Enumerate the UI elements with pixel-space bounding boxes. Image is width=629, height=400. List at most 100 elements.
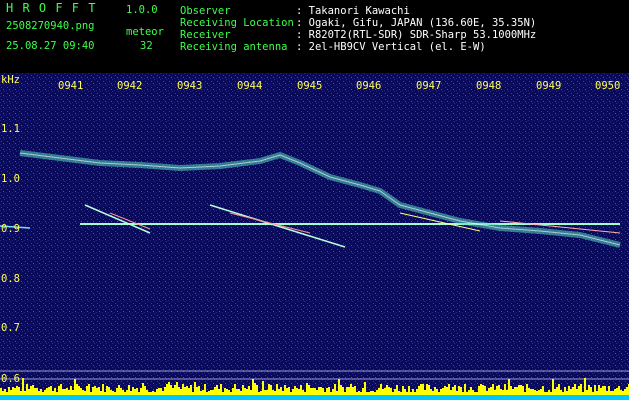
noise-bar	[560, 390, 562, 395]
info-label-location: Receiving Location	[180, 17, 294, 29]
noise-bar	[412, 389, 414, 395]
noise-bar	[498, 385, 500, 395]
noise-bar	[262, 381, 264, 395]
noise-bar	[84, 391, 86, 395]
noise-bar	[100, 391, 102, 395]
noise-bar	[204, 384, 206, 395]
noise-bar	[524, 392, 526, 395]
noise-bar	[296, 388, 298, 395]
noise-bar	[156, 389, 158, 395]
noise-bar	[440, 389, 442, 395]
noise-bar	[124, 392, 126, 395]
noise-bar	[550, 392, 552, 395]
info-value-observer: : Takanori Kawachi	[296, 5, 410, 17]
x-tick: 0946	[356, 80, 382, 92]
noise-bar	[342, 387, 344, 395]
noise-bar	[434, 387, 436, 395]
noise-bar	[158, 388, 160, 395]
noise-bar	[196, 387, 198, 395]
noise-bar	[438, 392, 440, 395]
noise-bar	[338, 379, 340, 395]
noise-bar	[126, 390, 128, 395]
noise-bar	[336, 391, 338, 395]
noise-bar	[514, 387, 516, 395]
noise-bar	[218, 389, 220, 395]
noise-bar	[258, 392, 260, 395]
noise-bar	[32, 385, 34, 395]
noise-bar	[78, 386, 80, 395]
noise-bar	[14, 388, 16, 395]
noise-bar	[46, 388, 48, 395]
noise-bar	[462, 392, 464, 395]
noise-bar	[586, 390, 588, 395]
noise-bar	[324, 392, 326, 395]
noise-bar	[474, 392, 476, 395]
file-name: 2508270940.png	[6, 20, 95, 32]
noise-bar	[284, 385, 286, 395]
noise-bar	[432, 391, 434, 395]
noise-bar	[120, 388, 122, 395]
noise-bar	[122, 390, 124, 395]
noise-bar	[314, 388, 316, 395]
bottom-strip	[0, 395, 629, 400]
noise-bar	[554, 389, 556, 395]
noise-bar	[402, 386, 404, 395]
info-value-receiver: : R820T2(RTL-SDR) SDR-Sharp 53.1000MHz	[296, 29, 537, 41]
noise-bar	[246, 389, 248, 395]
noise-bar	[82, 390, 84, 395]
noise-bar	[102, 384, 104, 395]
noise-bar	[106, 386, 108, 395]
noise-bar	[154, 392, 156, 395]
noise-bar	[366, 392, 368, 395]
noise-bar	[448, 384, 450, 395]
noise-bar	[622, 391, 624, 395]
noise-bar	[228, 390, 230, 395]
noise-bar	[208, 391, 210, 395]
noise-bar	[170, 385, 172, 395]
noise-bar	[416, 389, 418, 395]
noise-bar	[182, 384, 184, 395]
noise-bar	[272, 390, 274, 395]
noise-bar	[184, 387, 186, 395]
noise-bar	[532, 389, 534, 395]
noise-bar	[74, 379, 76, 395]
noise-bar	[44, 390, 46, 395]
noise-bar	[54, 388, 56, 395]
info-label-observer: Observer	[180, 5, 231, 17]
noise-bar	[244, 388, 246, 395]
noise-bar	[34, 388, 36, 395]
noise-bar	[562, 392, 564, 395]
noise-bar	[112, 391, 114, 395]
noise-bar	[588, 385, 590, 395]
noise-bar	[292, 389, 294, 395]
noise-bar	[540, 389, 542, 395]
noise-bar	[58, 386, 60, 395]
y-tick: 1.1	[1, 123, 20, 135]
noise-bar	[288, 387, 290, 395]
noise-bar	[564, 387, 566, 395]
noise-bar	[516, 387, 518, 395]
noise-bar	[502, 390, 504, 395]
noise-bar	[604, 386, 606, 395]
noise-bar	[426, 384, 428, 395]
info-value-antenna: : 2el-HB9CV Vertical (el. E-W)	[296, 41, 486, 53]
noise-bar	[344, 392, 346, 395]
noise-bar	[322, 388, 324, 395]
noise-bar	[436, 389, 438, 395]
noise-bar	[618, 386, 620, 395]
noise-bar	[358, 391, 360, 395]
noise-bar	[506, 390, 508, 395]
noise-bar	[420, 384, 422, 395]
noise-bar	[504, 384, 506, 395]
noise-bar	[602, 386, 604, 395]
noise-bar	[312, 388, 314, 395]
x-tick: 0941	[58, 80, 84, 92]
noise-bar	[132, 387, 134, 395]
noise-bar	[472, 390, 474, 395]
noise-bar	[368, 392, 370, 395]
noise-bar	[494, 390, 496, 395]
noise-bar	[492, 384, 494, 395]
noise-bar	[476, 392, 478, 395]
noise-bar	[94, 386, 96, 395]
noise-bar	[384, 388, 386, 395]
